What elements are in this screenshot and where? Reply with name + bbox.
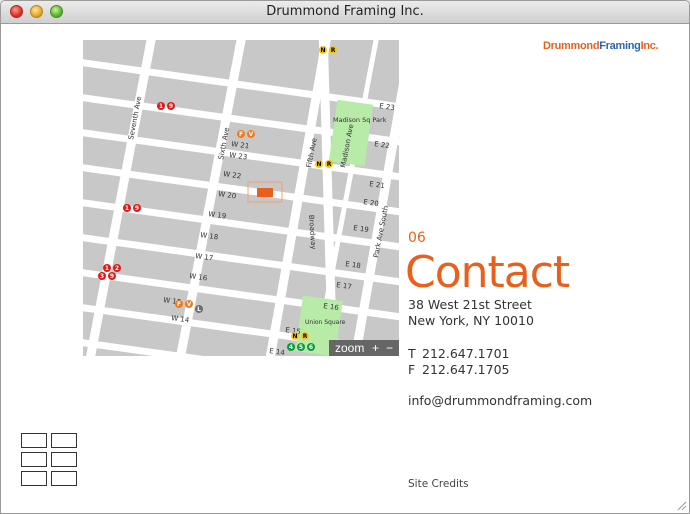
subway-v-b-label: V [187,301,192,308]
subway-5-label: 5 [299,344,303,351]
title-bar[interactable]: Drummond Framing Inc. [1,1,689,24]
grid-cell [51,433,77,448]
location-marker[interactable] [257,188,273,197]
grid-cell [21,471,47,486]
subway-2-c-label: 2 [115,265,119,272]
label-w23: W 23 [229,151,248,161]
label-union-square: Union Square [305,319,346,326]
subway-4-label: 4 [289,344,293,351]
label-e17: E 17 [336,281,353,291]
map-canvas: Seventh Ave Sixth Ave Fifth Ave Broadway… [83,40,399,356]
label-e18: E 18 [345,260,362,270]
subway-n-bot-label: N [292,333,297,340]
fax-number: 212.647.1705 [422,362,510,377]
subway-r-bot-label: R [303,333,308,340]
window-title: Drummond Framing Inc. [266,4,424,19]
avenue-seventh [86,40,156,356]
fax-label: F [408,362,416,377]
resize-grip-icon[interactable] [675,499,687,511]
grid-cell [51,471,77,486]
logo-part-framing: Framing [599,40,641,52]
subway-r-mid-label: R [327,161,332,168]
subway-3-c-label: 3 [100,273,104,280]
subway-n-mid-label: N [316,161,321,168]
label-w22: W 22 [223,170,242,180]
page-content: DrummondFramingInc. Seventh Ave Sixth Av… [1,24,689,513]
label-e19: E 19 [353,224,370,234]
phone-label: T [408,346,416,361]
label-e21: E 21 [369,180,386,190]
grid-cell [21,433,47,448]
logo-part-inc: Inc. [640,40,659,52]
subway-f-b-label: F [177,301,181,308]
brand-logo[interactable]: DrummondFramingInc. [543,40,659,52]
zoom-control: zoom + − [329,340,399,356]
label-broadway: Broadway [307,215,317,250]
grid-cell [21,452,47,467]
subway-n-top-label: N [320,47,325,54]
label-e23: E 23 [379,102,396,112]
logo-part-drummond: Drummond [543,40,600,52]
fax-row: F 212.647.1705 [408,362,509,378]
street-map[interactable]: Seventh Ave Sixth Ave Fifth Ave Broadway… [83,40,399,356]
subway-6-label: 6 [309,344,313,351]
avenue-park-south [350,83,399,356]
app-window: Drummond Framing Inc. DrummondFramingInc… [0,0,690,514]
label-e14: E 14 [269,347,286,356]
label-e22: E 22 [374,140,391,150]
label-madison-sq-park: Madison Sq Park [333,116,387,124]
subway-r-top-label: R [331,47,336,54]
subway-1-b-label: 1 [125,205,129,212]
phone-row: T 212.647.1701 [408,346,509,362]
subway-f-a-label: F [239,131,243,138]
thumbnail-grid-icon[interactable] [21,433,78,489]
subway-9-b-label: 9 [135,205,139,212]
zoom-label: zoom [335,341,365,355]
zoom-in-button[interactable]: + [372,340,379,356]
subway-v-a-label: V [249,131,254,138]
address-block: 38 West 21st Street New York, NY 10010 [408,297,534,329]
label-w20: W 20 [218,190,237,200]
grid-cell [51,452,77,467]
site-credits-link[interactable]: Site Credits [408,478,469,490]
subway-1-a-label: 1 [159,103,163,110]
address-line-1: 38 West 21st Street [408,297,532,312]
phone-number: 212.647.1701 [422,346,510,361]
address-line-2: New York, NY 10010 [408,313,534,328]
subway-l-b-label: L [197,306,201,313]
zoom-out-button[interactable]: − [386,340,393,356]
page-title: Contact [405,247,570,298]
subway-9-c-label: 9 [110,273,114,280]
email-link[interactable]: info@drummondframing.com [408,393,592,408]
subway-1-c-label: 1 [105,265,109,272]
label-w21: W 21 [231,140,250,150]
subway-9-a-label: 9 [169,103,173,110]
phone-block: T 212.647.1701 F 212.647.1705 [408,346,509,378]
